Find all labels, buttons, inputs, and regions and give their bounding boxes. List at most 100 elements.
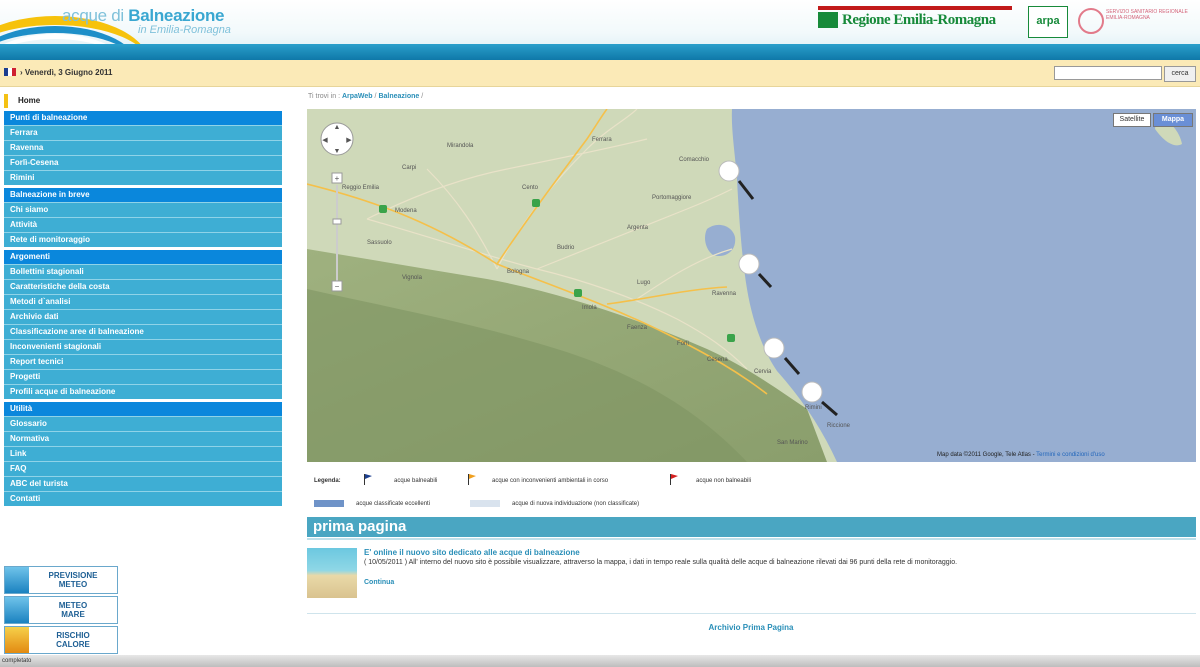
nav-item[interactable]: Ravenna [4, 140, 282, 155]
map-type-satellite[interactable]: Satellite [1113, 113, 1151, 127]
map-pan-control[interactable]: ▲ ▼ ◀ ▶ [320, 122, 354, 156]
site-logo[interactable]: acque di Balneazione [62, 6, 225, 26]
header-band [0, 44, 1200, 60]
svg-text:Imola: Imola [582, 305, 597, 311]
archivio-prima-pagina-link[interactable]: Archivio Prima Pagina [709, 623, 794, 632]
svg-text:Ferrara: Ferrara [592, 137, 612, 143]
arpa-logo[interactable]: arpa [1028, 6, 1068, 38]
svg-text:Cesena: Cesena [707, 357, 728, 363]
nav-item[interactable]: Forlì-Cesena [4, 155, 282, 170]
nav-item[interactable]: Archivio dati [4, 309, 282, 324]
breadcrumb-balneazione[interactable]: Balneazione [378, 93, 419, 100]
previsione-meteo-button[interactable]: PREVISIONE METEO [4, 566, 118, 594]
beach-map[interactable]: Ferrara Modena Bologna Comacchio Ravenna… [307, 109, 1196, 462]
ssr-emblem-icon [1078, 8, 1104, 34]
svg-text:◀: ◀ [322, 137, 328, 144]
svg-text:Ravenna: Ravenna [712, 291, 737, 297]
nav-item[interactable]: Classificazione aree di balneazione [4, 324, 282, 339]
status-bar: completato [0, 655, 1200, 667]
date-bar: › Venerdì, 3 Giugno 2011 [0, 60, 1200, 87]
orange-flag-icon [468, 474, 476, 485]
nav-section-title[interactable]: Utilità [4, 402, 282, 416]
svg-text:▶: ▶ [346, 137, 352, 144]
svg-text:San Marino: San Marino [777, 440, 808, 446]
svg-text:Comacchio: Comacchio [679, 157, 710, 163]
nav-section-title[interactable]: Balneazione in breve [4, 188, 282, 202]
svg-text:Lugo: Lugo [637, 280, 651, 286]
nav-section-title[interactable]: Punti di balneazione [4, 111, 282, 125]
red-flag-icon [670, 474, 678, 485]
beach-marker-rimini[interactable] [801, 381, 823, 403]
svg-text:Faenza: Faenza [627, 325, 648, 331]
nav-item[interactable]: Glossario [4, 416, 282, 431]
beach-marker-ravenna[interactable] [738, 253, 760, 275]
nav-item[interactable]: Bollettini stagionali [4, 264, 282, 279]
meteo-mare-button[interactable]: METEO MARE [4, 596, 118, 624]
nav-item[interactable]: Chi siamo [4, 202, 282, 217]
nav-item[interactable]: Attività [4, 217, 282, 232]
svg-text:Cento: Cento [522, 185, 539, 191]
beach-marker-forli-cesena[interactable] [763, 337, 785, 359]
svg-text:Portomaggiore: Portomaggiore [652, 195, 692, 201]
svg-text:Riccione: Riccione [827, 423, 851, 429]
nav-item[interactable]: Caratteristiche della costa [4, 279, 282, 294]
news-text: ( 10/05/2011 ) All' interno del nuovo si… [364, 559, 958, 566]
map-type-mappa[interactable]: Mappa [1153, 113, 1193, 127]
legend-label: Legenda: [314, 478, 341, 484]
nav-home[interactable]: Home [4, 94, 282, 108]
svg-text:Carpi: Carpi [402, 165, 416, 171]
svg-text:Argenta: Argenta [627, 225, 649, 231]
svg-text:Vignola: Vignola [402, 275, 423, 281]
nav-item[interactable]: FAQ [4, 461, 282, 476]
nav-item[interactable]: Report tecnici [4, 354, 282, 369]
map-terms-link[interactable]: Termini e condizioni d'uso [1036, 452, 1105, 458]
map-attribution: Map data ©2011 Google, Tele Atlas - Term… [937, 452, 1105, 458]
ssr-logo[interactable]: SERVIZIO SANITARIO REGIONALE EMILIA-ROMA… [1076, 6, 1194, 36]
svg-text:Reggio Emilia: Reggio Emilia [342, 185, 380, 191]
search-button[interactable]: cerca [1164, 66, 1196, 82]
svg-text:Budrio: Budrio [557, 245, 575, 251]
svg-text:−: − [335, 282, 340, 291]
regione-flag-icon [818, 12, 838, 28]
blue-flag-icon [364, 474, 372, 485]
prima-pagina-title: prima pagina [313, 518, 407, 535]
nav-item[interactable]: Metodi d`analisi [4, 294, 282, 309]
svg-text:Modena: Modena [395, 208, 417, 214]
breadcrumb: Ti trovi in : ArpaWeb / Balneazione / [308, 93, 424, 100]
current-date: › Venerdì, 3 Giugno 2011 [20, 68, 113, 77]
map-canvas[interactable]: Ferrara Modena Bologna Comacchio Ravenna… [307, 109, 1196, 462]
nav-item[interactable]: Link [4, 446, 282, 461]
svg-text:Forlì: Forlì [677, 341, 689, 347]
nav-item[interactable]: Progetti [4, 369, 282, 384]
svg-text:▲: ▲ [334, 124, 341, 131]
news-thumbnail[interactable] [307, 548, 357, 598]
nav-item[interactable]: Rete di monitoraggio [4, 232, 282, 247]
nav-item[interactable]: Contatti [4, 491, 282, 506]
svg-text:Bologna: Bologna [507, 269, 530, 275]
news-title-link[interactable]: E' online il nuovo sito dedicato alle ac… [364, 548, 580, 557]
svg-text:+: + [335, 174, 340, 183]
sea-waves-icon [5, 597, 29, 623]
nav-item[interactable]: Rimini [4, 170, 282, 185]
zoom-slider[interactable] [332, 218, 342, 225]
nav-item[interactable]: Ferrara [4, 125, 282, 140]
comacchio-lagoon [705, 224, 736, 257]
nav-section-title[interactable]: Argomenti [4, 250, 282, 264]
site-logo-subtitle: in Emilia-Romagna [138, 24, 231, 36]
nav-item[interactable]: Inconvenienti stagionali [4, 339, 282, 354]
weather-sun-icon [5, 567, 29, 593]
nav-item[interactable]: Normativa [4, 431, 282, 446]
regione-logo[interactable]: Regione Emilia-Romagna [818, 6, 1012, 34]
news-continua-link[interactable]: Continua [364, 579, 394, 586]
svg-text:Sassuolo: Sassuolo [367, 240, 392, 246]
svg-text:Cervia: Cervia [754, 369, 772, 375]
nav-item[interactable]: ABC del turista [4, 476, 282, 491]
new-waters-swatch [470, 500, 500, 507]
breadcrumb-arpaweb[interactable]: ArpaWeb [342, 93, 373, 100]
search-input[interactable] [1054, 66, 1162, 80]
beach-marker-ferrara[interactable] [718, 160, 740, 182]
language-flag-icon[interactable] [4, 68, 16, 76]
svg-text:▼: ▼ [334, 148, 341, 155]
prima-pagina-header: prima pagina [307, 517, 1196, 537]
nav-item[interactable]: Profili acque di balneazione [4, 384, 282, 399]
